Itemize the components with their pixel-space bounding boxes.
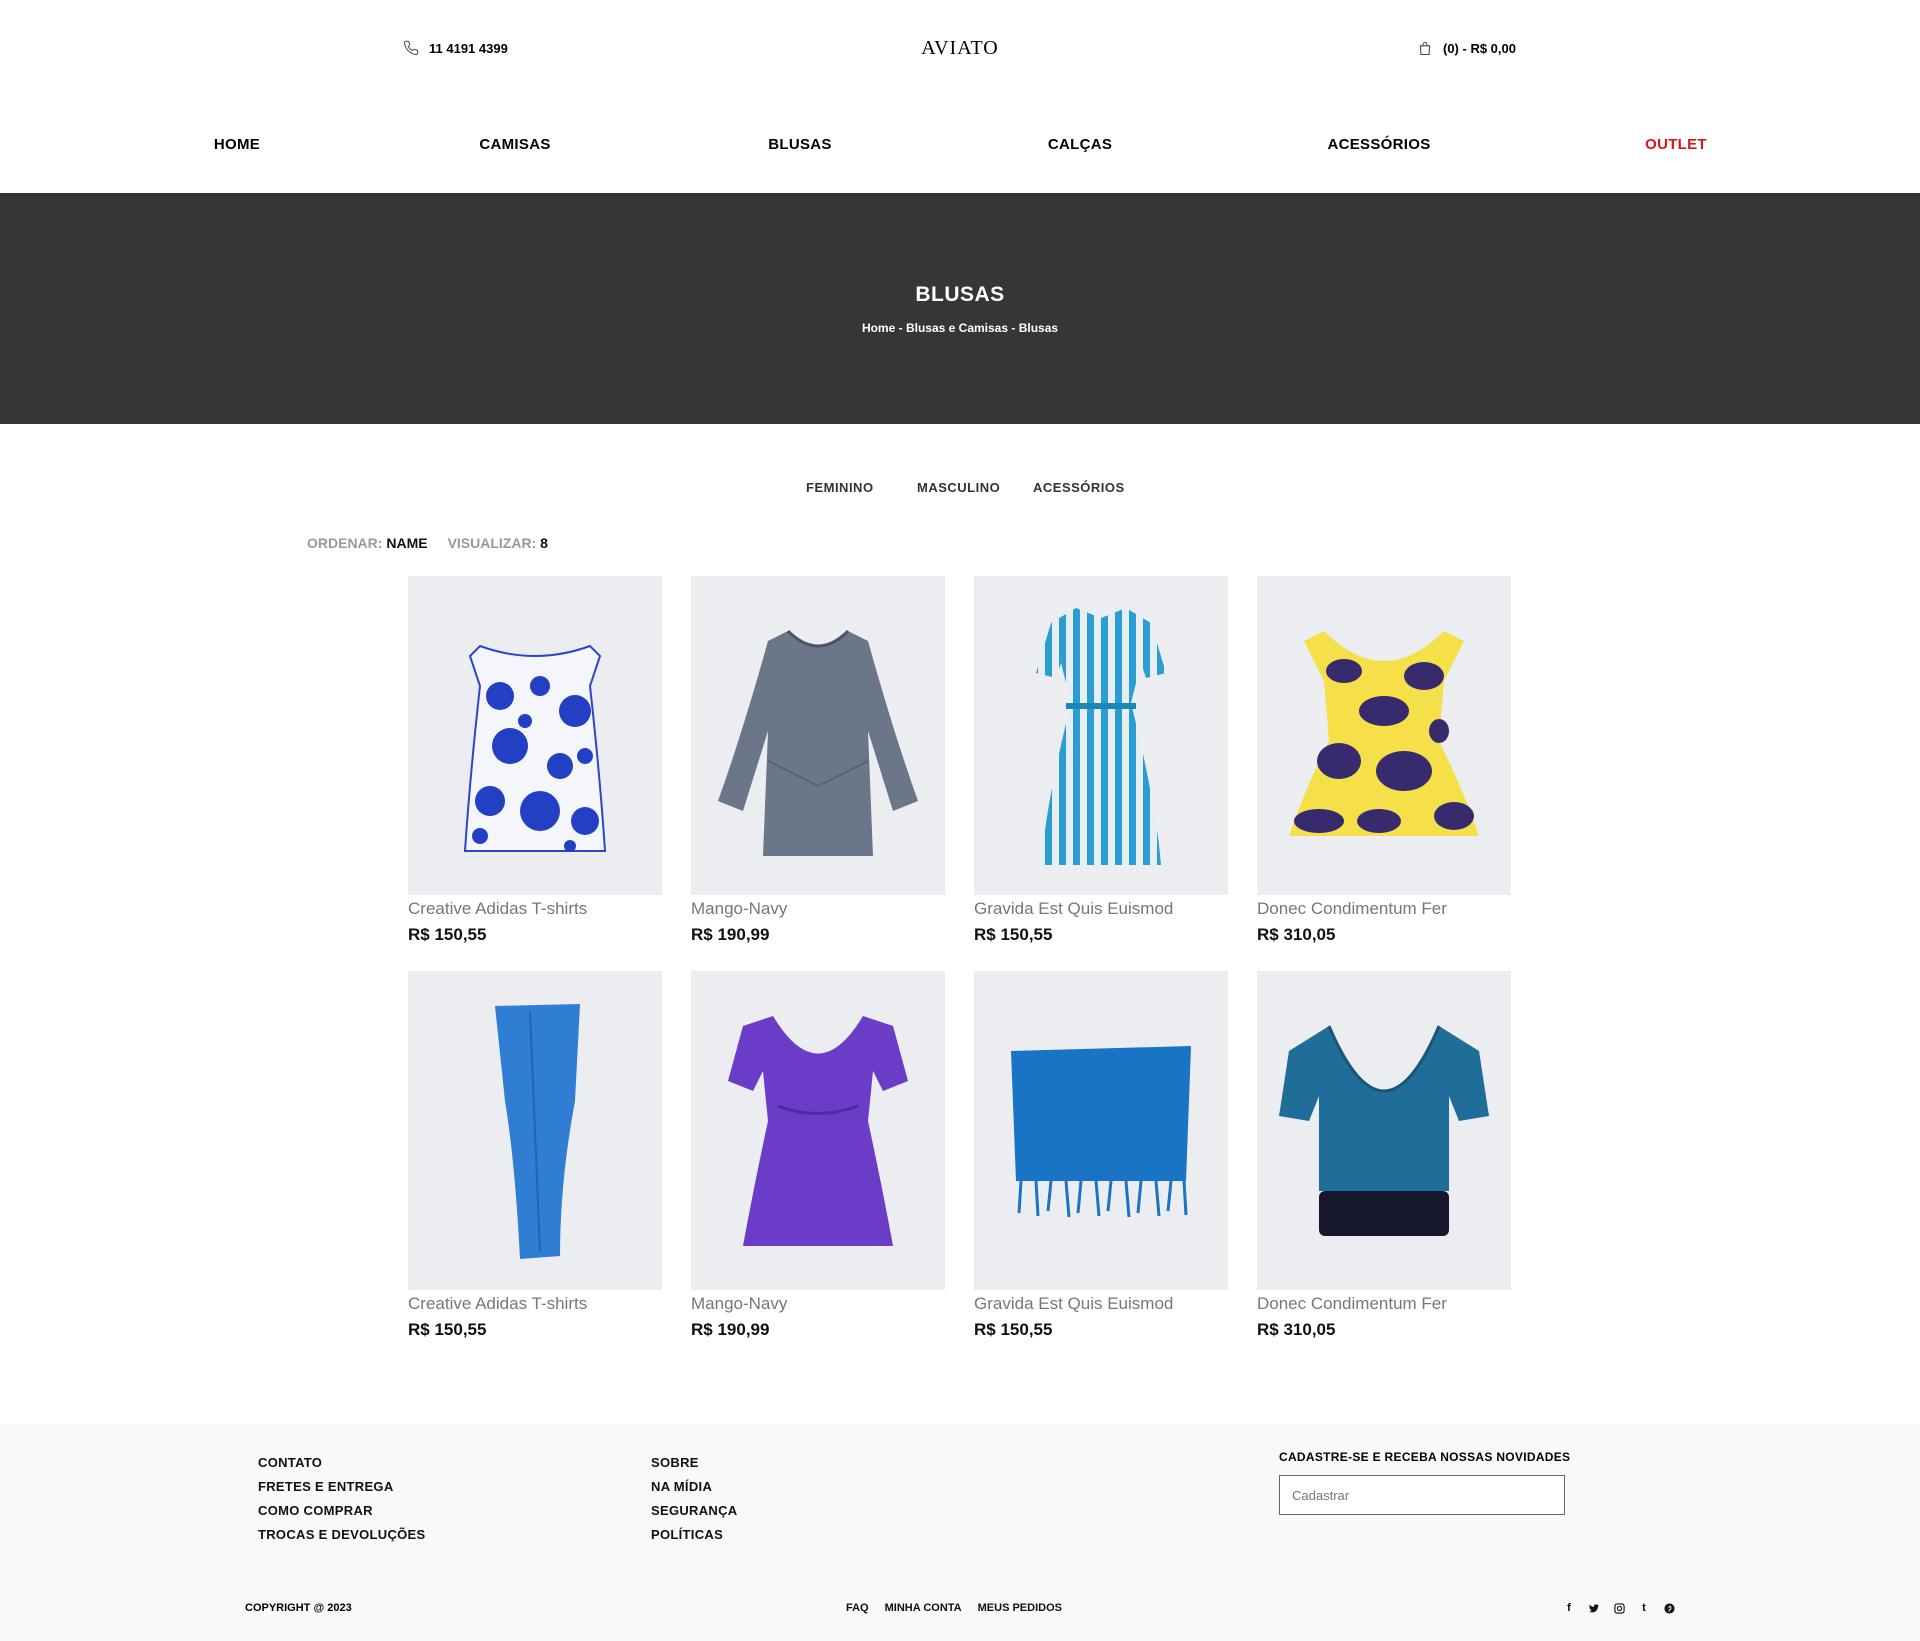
sort-select[interactable]: NAME <box>386 535 427 551</box>
product-card[interactable]: Mango-Navy R$ 190,99 <box>691 971 945 1340</box>
tumblr-icon[interactable]: t <box>1637 1601 1651 1615</box>
footer-link-sobre[interactable]: SOBRE <box>651 1455 737 1470</box>
page-title: BLUSAS <box>915 283 1005 306</box>
copyright: COPYRIGHT @ 2023 <box>245 1602 352 1614</box>
product-card[interactable]: Mango-Navy R$ 190,99 <box>691 576 945 945</box>
product-card[interactable]: Donec Condimentum Fer R$ 310,05 <box>1257 576 1511 945</box>
product-name[interactable]: Mango-Navy <box>691 899 945 919</box>
nav-calcas[interactable]: CALÇAS <box>1048 136 1112 153</box>
product-name[interactable]: Donec Condimentum Fer <box>1257 1294 1511 1314</box>
product-name[interactable]: Mango-Navy <box>691 1294 945 1314</box>
pinterest-icon[interactable] <box>1662 1601 1676 1615</box>
product-price: R$ 190,99 <box>691 1320 770 1339</box>
product-price: R$ 150,55 <box>408 925 487 944</box>
category-filter: FEMININO MASCULINO ACESSÓRIOS <box>0 480 1920 500</box>
product-name[interactable]: Gravida Est Quis Euismod <box>974 1294 1228 1314</box>
product-price: R$ 310,05 <box>1257 1320 1336 1339</box>
footer-link-como-comprar[interactable]: COMO COMPRAR <box>258 1503 426 1518</box>
shopping-bag-icon <box>1417 40 1433 57</box>
logo-wrap: AVIATO <box>0 37 1920 60</box>
footer-bottom-links: FAQ MINHA CONTA MEUS PEDIDOS <box>846 1602 1062 1614</box>
view-label: VISUALIZAR: <box>447 535 537 551</box>
nav-acessorios[interactable]: ACESSÓRIOS <box>1327 136 1430 153</box>
footer-link-politicas[interactable]: POLÍTICAS <box>651 1527 737 1542</box>
facebook-icon[interactable]: f <box>1562 1601 1576 1615</box>
sort-toolbar: ORDENAR: NAME VISUALIZAR: 8 <box>307 535 548 551</box>
nav-home[interactable]: HOME <box>214 136 260 153</box>
sort-label: ORDENAR: <box>307 535 383 551</box>
breadcrumb-separator: - <box>1008 321 1019 335</box>
footer-link-na-midia[interactable]: NA MÍDIA <box>651 1479 737 1494</box>
cart-button[interactable]: (0) - R$ 0,00 <box>1417 40 1516 57</box>
filter-masculino[interactable]: MASCULINO <box>917 480 1000 495</box>
product-image-blue-pants[interactable] <box>408 971 662 1290</box>
nav-outlet[interactable]: OUTLET <box>1645 136 1707 153</box>
product-price: R$ 190,99 <box>691 925 770 944</box>
social-links: f t <box>1562 1601 1676 1615</box>
footer-links-col1: CONTATO FRETES E ENTREGA COMO COMPRAR TR… <box>258 1455 426 1542</box>
site-logo[interactable]: AVIATO <box>921 37 999 59</box>
product-card[interactable]: Gravida Est Quis Euismod R$ 150,55 <box>974 576 1228 945</box>
newsletter-title: CADASTRE-SE E RECEBA NOSSAS NOVIDADES <box>1279 1450 1571 1464</box>
view-count-select[interactable]: 8 <box>540 535 548 551</box>
product-card[interactable]: Creative Adidas T-shirts R$ 150,55 <box>408 971 662 1340</box>
newsletter-input[interactable] <box>1279 1475 1565 1515</box>
product-name[interactable]: Donec Condimentum Fer <box>1257 899 1511 919</box>
product-name[interactable]: Creative Adidas T-shirts <box>408 899 662 919</box>
instagram-icon[interactable] <box>1612 1601 1626 1615</box>
product-image-floral-blue-top[interactable] <box>408 576 662 895</box>
footer-link-fretes[interactable]: FRETES E ENTREGA <box>258 1479 426 1494</box>
product-price: R$ 150,55 <box>408 1320 487 1339</box>
footer-link-contato[interactable]: CONTATO <box>258 1455 426 1470</box>
footer-link-faq[interactable]: FAQ <box>846 1602 869 1614</box>
nav-blusas[interactable]: BLUSAS <box>768 136 831 153</box>
top-bar: 11 4191 4399 AVIATO (0) - R$ 0,00 <box>0 0 1920 100</box>
footer-links-col2: SOBRE NA MÍDIA SEGURANÇA POLÍTICAS <box>651 1455 737 1542</box>
product-image-grey-tunic[interactable] <box>691 576 945 895</box>
breadcrumb-home[interactable]: Home <box>862 321 895 335</box>
product-image-purple-blouse[interactable] <box>691 971 945 1290</box>
product-image-teal-wrap-top[interactable] <box>1257 971 1511 1290</box>
page-banner: BLUSAS Home - Blusas e Camisas - Blusas <box>0 193 1920 424</box>
cart-summary: (0) - R$ 0,00 <box>1443 41 1516 56</box>
product-card[interactable]: Creative Adidas T-shirts R$ 150,55 <box>408 576 662 945</box>
breadcrumb: Home - Blusas e Camisas - Blusas <box>0 321 1920 335</box>
footer-link-trocas[interactable]: TROCAS E DEVOLUÇÕES <box>258 1527 426 1542</box>
twitter-icon[interactable] <box>1587 1601 1601 1615</box>
product-name[interactable]: Gravida Est Quis Euismod <box>974 899 1228 919</box>
product-card[interactable]: Gravida Est Quis Euismod R$ 150,55 <box>974 971 1228 1340</box>
nav-camisas[interactable]: CAMISAS <box>479 136 550 153</box>
product-image-blue-scarf[interactable] <box>974 971 1228 1290</box>
footer-link-seguranca[interactable]: SEGURANÇA <box>651 1503 737 1518</box>
filter-feminino[interactable]: FEMININO <box>806 480 874 495</box>
footer-link-minha-conta[interactable]: MINHA CONTA <box>885 1602 962 1614</box>
product-image-yellow-purple-top[interactable] <box>1257 576 1511 895</box>
footer-link-meus-pedidos[interactable]: MEUS PEDIDOS <box>978 1602 1062 1614</box>
breadcrumb-separator: - <box>895 321 906 335</box>
main-nav: HOME CAMISAS BLUSAS CALÇAS ACESSÓRIOS OU… <box>0 136 1920 158</box>
product-price: R$ 150,55 <box>974 1320 1053 1339</box>
breadcrumb-blusas-e-camisas[interactable]: Blusas e Camisas <box>906 321 1008 335</box>
filter-acessorios[interactable]: ACESSÓRIOS <box>1033 480 1125 495</box>
product-price: R$ 150,55 <box>974 925 1053 944</box>
product-name[interactable]: Creative Adidas T-shirts <box>408 1294 662 1314</box>
breadcrumb-current: Blusas <box>1018 321 1059 335</box>
product-card[interactable]: Donec Condimentum Fer R$ 310,05 <box>1257 971 1511 1340</box>
footer: CONTATO FRETES E ENTREGA COMO COMPRAR TR… <box>0 1425 1920 1641</box>
product-image-striped-dress[interactable] <box>974 576 1228 895</box>
product-price: R$ 310,05 <box>1257 925 1336 944</box>
